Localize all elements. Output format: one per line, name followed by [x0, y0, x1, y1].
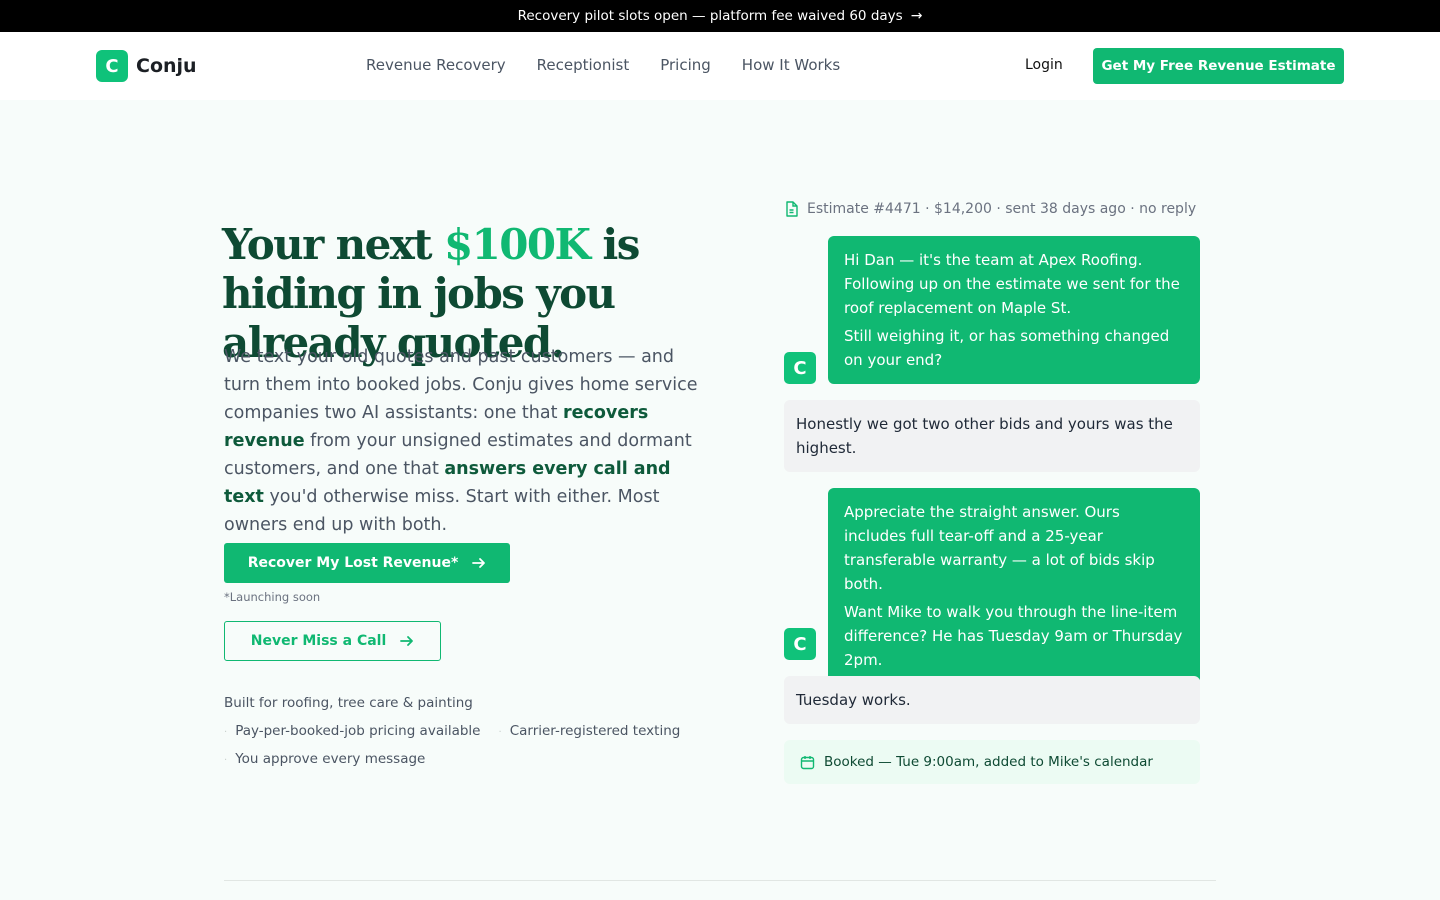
section-divider — [224, 880, 1216, 881]
headline-accent: $100K — [443, 220, 591, 269]
logo[interactable]: C Conju — [96, 50, 197, 82]
arrow-right-icon — [400, 636, 414, 646]
top-navigation: C Conju Revenue Recovery Receptionist Pr… — [0, 32, 1440, 100]
message-paragraph: Hi Dan — it's the team at Apex Roofing. … — [844, 251, 1180, 317]
document-icon — [786, 201, 798, 217]
never-miss-call-button[interactable]: Never Miss a Call — [224, 621, 441, 661]
incoming-message: Honestly we got two other bids and yours… — [784, 400, 1200, 472]
login-link[interactable]: Login — [1025, 57, 1063, 73]
feature-item: · Carrier-registered texting — [499, 723, 681, 739]
bullet: · — [498, 727, 502, 738]
message-paragraph: Want Mike to walk you through the line-i… — [844, 603, 1183, 669]
announcement-banner[interactable]: Recovery pilot slots open — platform fee… — [0, 0, 1440, 32]
feature-label: Pay-per-booked-job pricing available — [235, 723, 481, 739]
calendar-icon — [800, 755, 815, 769]
incoming-message: Tuesday works. — [784, 676, 1200, 724]
free-estimate-button[interactable]: Get My Free Revenue Estimate — [1093, 48, 1344, 84]
outgoing-message: Appreciate the straight answer. Ours inc… — [828, 488, 1200, 684]
recover-revenue-button[interactable]: Recover My Lost Revenue* — [224, 543, 510, 583]
booking-confirmation-text: Booked — Tue 9:00am, added to Mike's cal… — [824, 754, 1153, 770]
logo-mark: C — [96, 50, 128, 82]
lede-part-3: you'd otherwise miss. Start with either.… — [224, 487, 660, 535]
feature-item: · You approve every message — [224, 751, 425, 767]
nav-link-pricing[interactable]: Pricing — [660, 56, 711, 74]
nav-links: Revenue Recovery Receptionist Pricing Ho… — [366, 56, 840, 74]
never-miss-call-label: Never Miss a Call — [250, 633, 387, 649]
nav-link-how-it-works[interactable]: How It Works — [742, 56, 840, 74]
message-paragraph: Appreciate the straight answer. Ours inc… — [844, 503, 1155, 593]
feature-list: · You approve every message — [224, 751, 425, 767]
launching-soon-note: *Launching soon — [224, 590, 321, 604]
bullet: · — [224, 755, 228, 766]
built-for-text: Built for roofing, tree care & painting — [224, 695, 473, 711]
feature-label: You approve every message — [235, 751, 426, 767]
arrow-right-icon: → — [910, 8, 923, 24]
arrow-right-icon — [472, 558, 486, 568]
booking-confirmation: Booked — Tue 9:00am, added to Mike's cal… — [784, 740, 1200, 784]
hero-description: We text your old quotes and past custome… — [224, 343, 714, 539]
nav-link-receptionist[interactable]: Receptionist — [537, 56, 630, 74]
outgoing-message: Hi Dan — it's the team at Apex Roofing. … — [828, 236, 1200, 384]
banner-text: Recovery pilot slots open — platform fee… — [517, 8, 903, 24]
feature-label: Carrier-registered texting — [509, 723, 681, 739]
feature-list: · Pay-per-booked-job pricing available · C… — [224, 723, 680, 739]
recover-revenue-label: Recover My Lost Revenue* — [247, 555, 459, 571]
bullet: · — [224, 727, 228, 738]
avatar: C — [784, 628, 816, 660]
brand-name: Conju — [136, 55, 197, 77]
nav-link-revenue-recovery[interactable]: Revenue Recovery — [366, 56, 506, 74]
estimate-summary: Estimate #4471 · $14,200 · sent 38 days … — [784, 201, 1196, 217]
feature-item: · Pay-per-booked-job pricing available — [224, 723, 481, 739]
avatar: C — [784, 352, 816, 384]
estimate-summary-text: Estimate #4471 · $14,200 · sent 38 days … — [807, 201, 1197, 217]
message-paragraph: Still weighing it, or has something chan… — [844, 327, 1170, 369]
headline-pre: Your next — [222, 220, 444, 269]
